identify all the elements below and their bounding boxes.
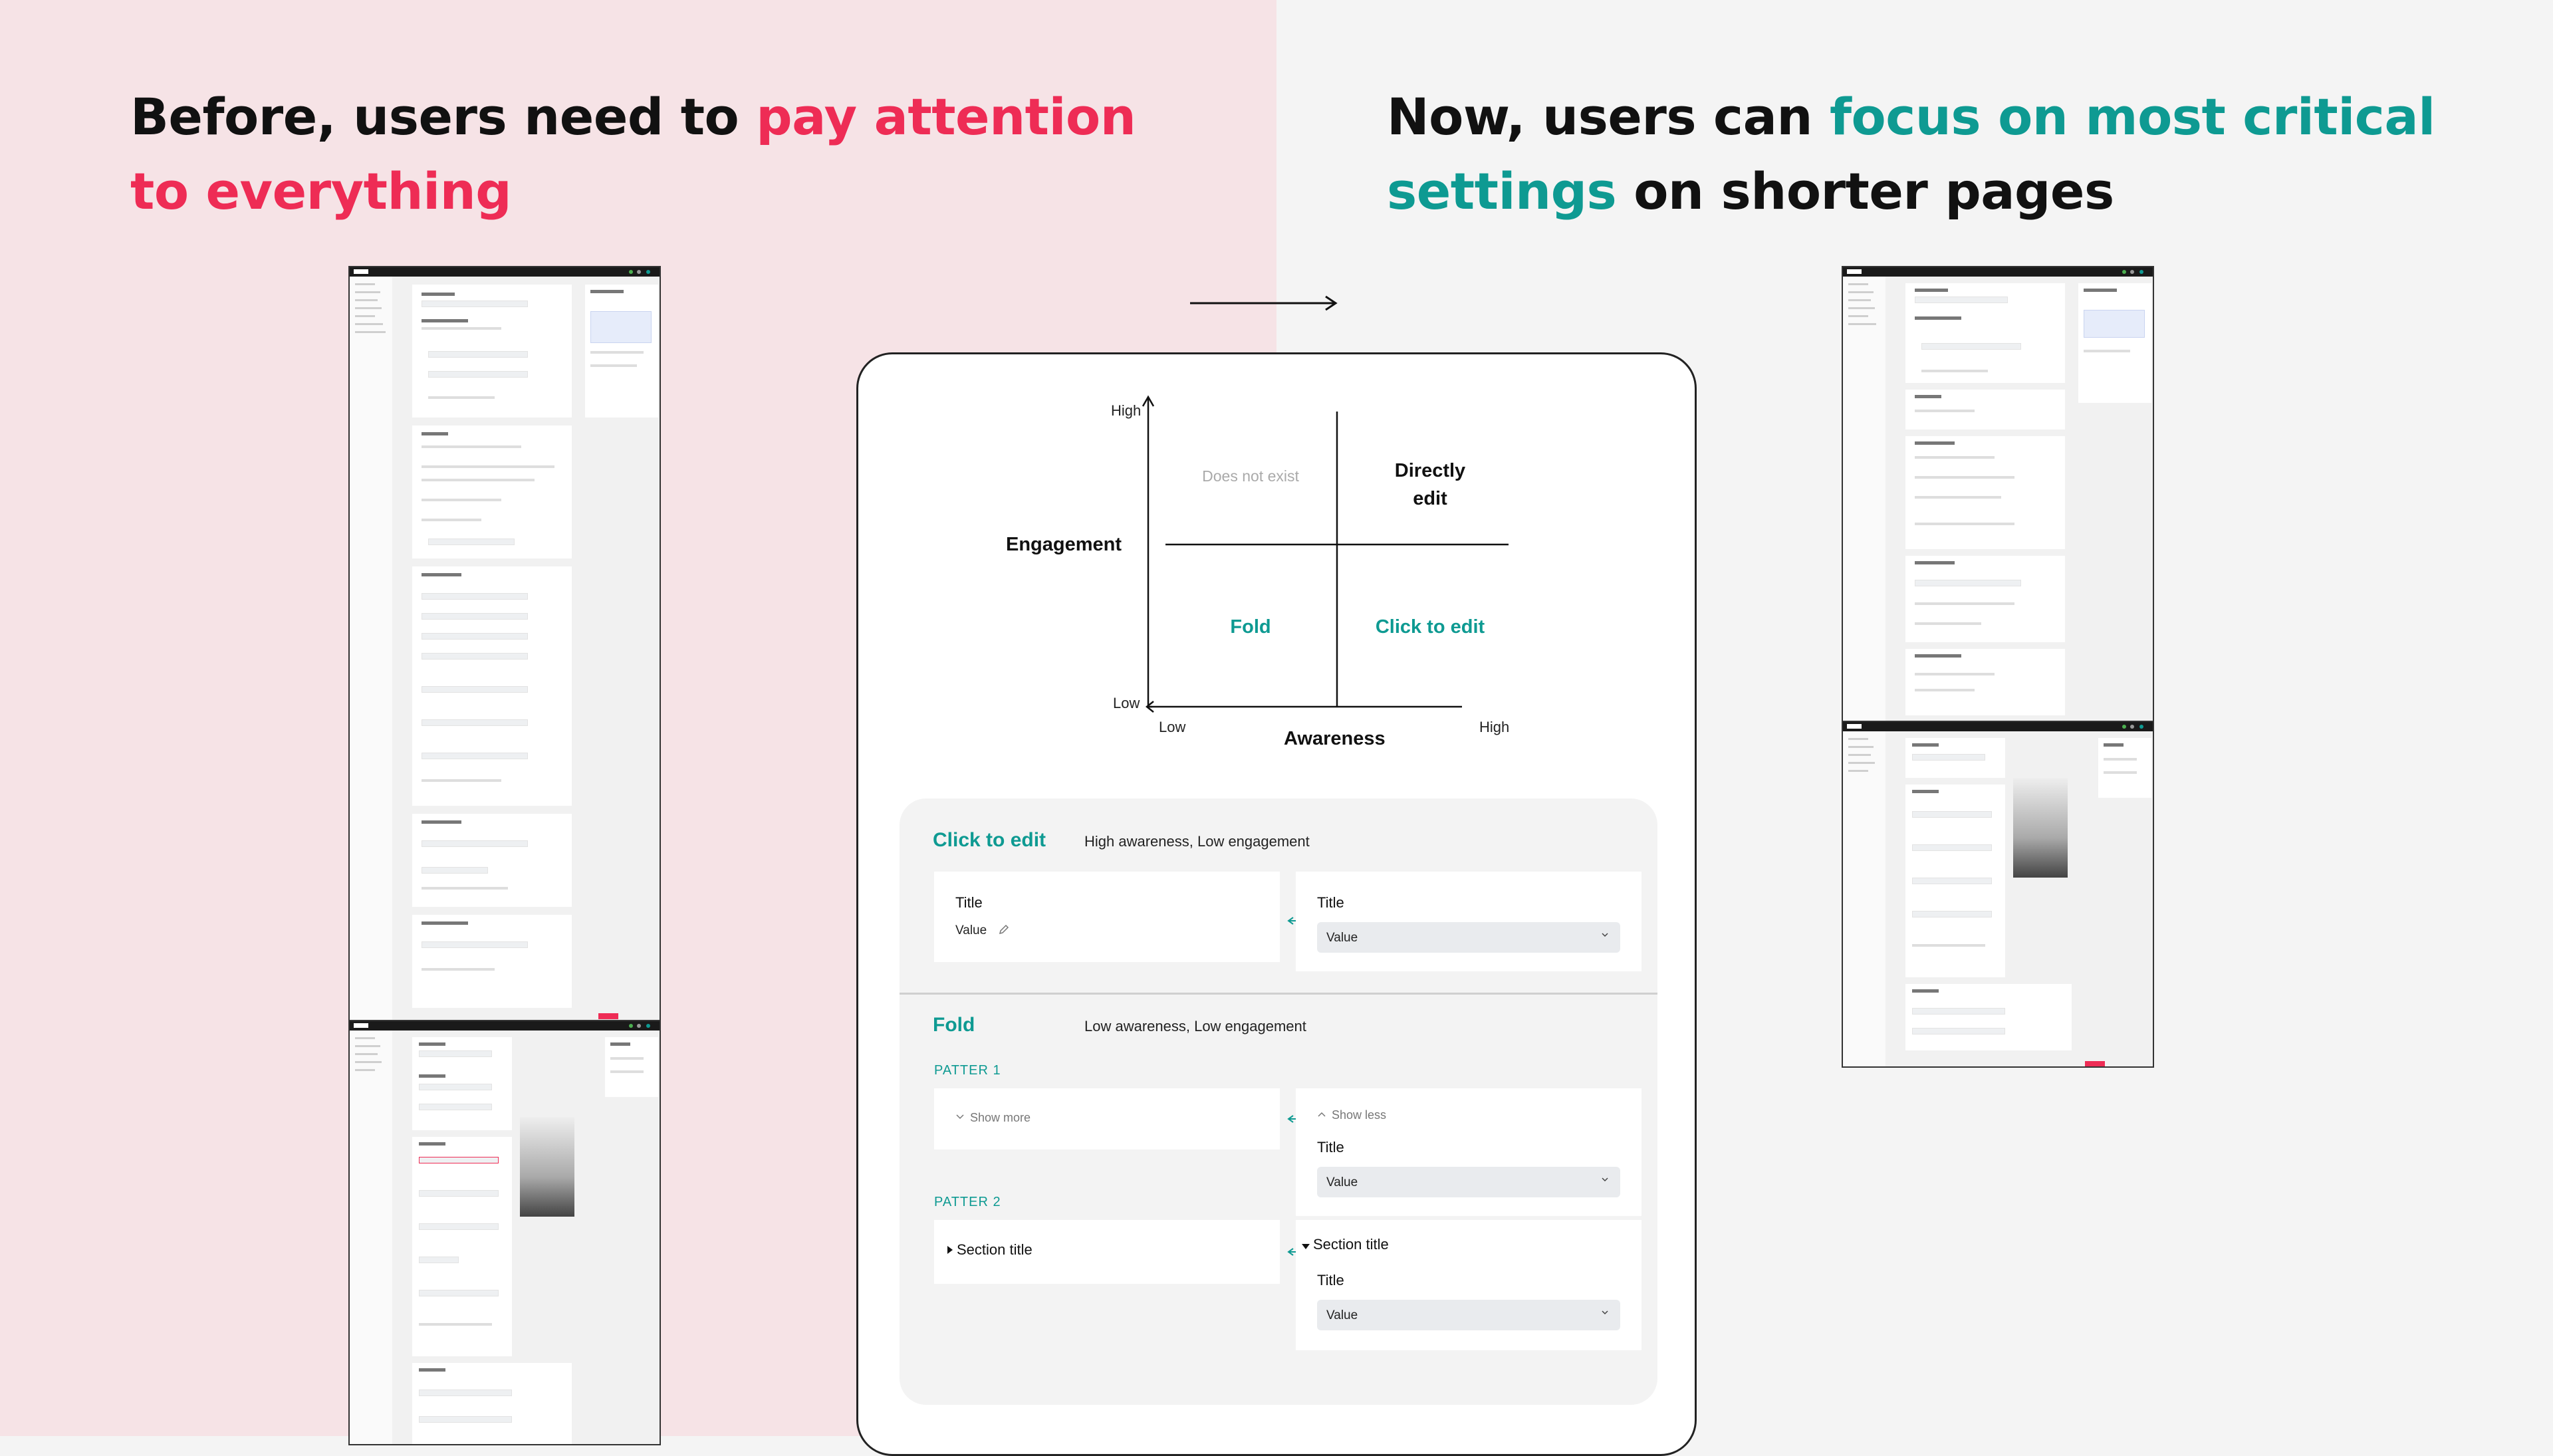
after-heading: Now, users can focus on most critical se… [1387, 80, 2491, 229]
engagement-awareness-matrix [1142, 395, 1509, 713]
quadrant-bottom-right-label: Click to edit [1375, 616, 1485, 638]
click-to-edit-before-card[interactable]: Title Value [934, 872, 1280, 962]
x-axis-low-label: Low [1159, 719, 1186, 735]
section-divider [900, 993, 1657, 995]
field-title: Title [955, 894, 983, 911]
sidebar [350, 277, 393, 1020]
section-title-label: Section title [957, 1241, 1033, 1258]
quadrant-top-right-label: Directly edit [1370, 457, 1490, 513]
field-title: Title [1317, 894, 1344, 911]
value-select[interactable]: Value [1317, 922, 1620, 953]
quadrant-bottom-left-label: Fold [1230, 616, 1271, 638]
publish-button [598, 1013, 618, 1019]
patterns-panel: Click to edit High awareness, Low engage… [900, 798, 1657, 1405]
field-title: Title [1317, 1139, 1344, 1155]
pattern-1-label: PATTER 1 [934, 1063, 1001, 1078]
chevron-down-icon [1602, 1310, 1608, 1315]
chevron-down-icon [1602, 1177, 1608, 1182]
sidebar [350, 1031, 393, 1444]
fold-pattern1-collapsed-card: Show more [934, 1088, 1280, 1150]
preview-phone [2013, 778, 2068, 878]
app-top-bar [350, 1021, 660, 1031]
before-campaign-screenshot [348, 266, 661, 1021]
app-top-bar [350, 267, 660, 277]
caret-right-icon [947, 1246, 953, 1254]
pencil-icon[interactable] [998, 923, 1010, 935]
click-to-edit-after-card: Title Value [1296, 872, 1641, 971]
caret-down-icon [1302, 1244, 1310, 1249]
before-heading: Before, users need to pay attention to e… [130, 80, 1167, 229]
chevron-down-icon [1602, 933, 1608, 937]
x-axis-title: Awareness [1284, 728, 1386, 749]
after-heading-suffix: on shorter pages [1616, 162, 2114, 221]
select-value: Value [1326, 1308, 1358, 1322]
quadrant-top-right-line2: edit [1413, 488, 1447, 509]
quadrant-top-right-line1: Directly [1394, 460, 1466, 481]
before-ad-screenshot [348, 1020, 661, 1445]
after-heading-prefix: Now, users can [1387, 87, 1830, 146]
value-select[interactable]: Value [1317, 1167, 1620, 1197]
value-select[interactable]: Value [1317, 1300, 1620, 1330]
preview-phone [520, 1117, 574, 1217]
fold-title: Fold [933, 1014, 975, 1036]
y-axis-low-label: Low [1113, 695, 1140, 711]
sidebar [1843, 731, 1886, 1066]
pattern-2-label: PATTER 2 [934, 1195, 1001, 1209]
after-ad-screenshot [1842, 721, 2154, 1068]
fold-pattern2-collapsed-card: Section title [934, 1220, 1280, 1284]
tiktok-logo-icon [354, 1023, 368, 1028]
chevron-down-icon [956, 1114, 964, 1120]
publish-button [2085, 1061, 2105, 1066]
tiktok-logo-icon [1847, 724, 1862, 729]
transition-arrow-icon [1190, 295, 1338, 311]
app-top-bar [1843, 722, 2153, 731]
framework-card: High Low Low High Engagement Awareness D… [856, 352, 1697, 1456]
fold-pattern2-expanded-card: Section title Title Value [1296, 1220, 1641, 1350]
quadrant-top-left-label: Does not exist [1202, 467, 1299, 485]
fold-description: Low awareness, Low engagement [1084, 1018, 1306, 1034]
section-title-label: Section title [1313, 1236, 1389, 1253]
sidebar [1843, 277, 1886, 723]
field-title: Title [1317, 1272, 1344, 1288]
chevron-up-icon [1318, 1112, 1326, 1117]
y-axis-title: Engagement [1006, 534, 1122, 555]
y-axis-high-label: High [1111, 402, 1142, 419]
show-less-label: Show less [1332, 1108, 1387, 1122]
select-value: Value [1326, 1175, 1358, 1189]
app-top-bar [1843, 267, 2153, 277]
select-value: Value [1326, 931, 1358, 945]
tiktok-logo-icon [354, 269, 368, 274]
x-axis-high-label: High [1479, 719, 1510, 735]
click-to-edit-description: High awareness, Low engagement [1084, 833, 1310, 850]
tiktok-logo-icon [1847, 269, 1862, 274]
field-value: Value [955, 923, 987, 937]
before-heading-prefix: Before, users need to [130, 87, 757, 146]
fold-pattern1-expanded-card: Show less Title Value [1296, 1088, 1641, 1216]
show-more-label: Show more [970, 1111, 1031, 1124]
click-to-edit-title: Click to edit [933, 829, 1046, 851]
after-campaign-screenshot [1842, 266, 2154, 725]
